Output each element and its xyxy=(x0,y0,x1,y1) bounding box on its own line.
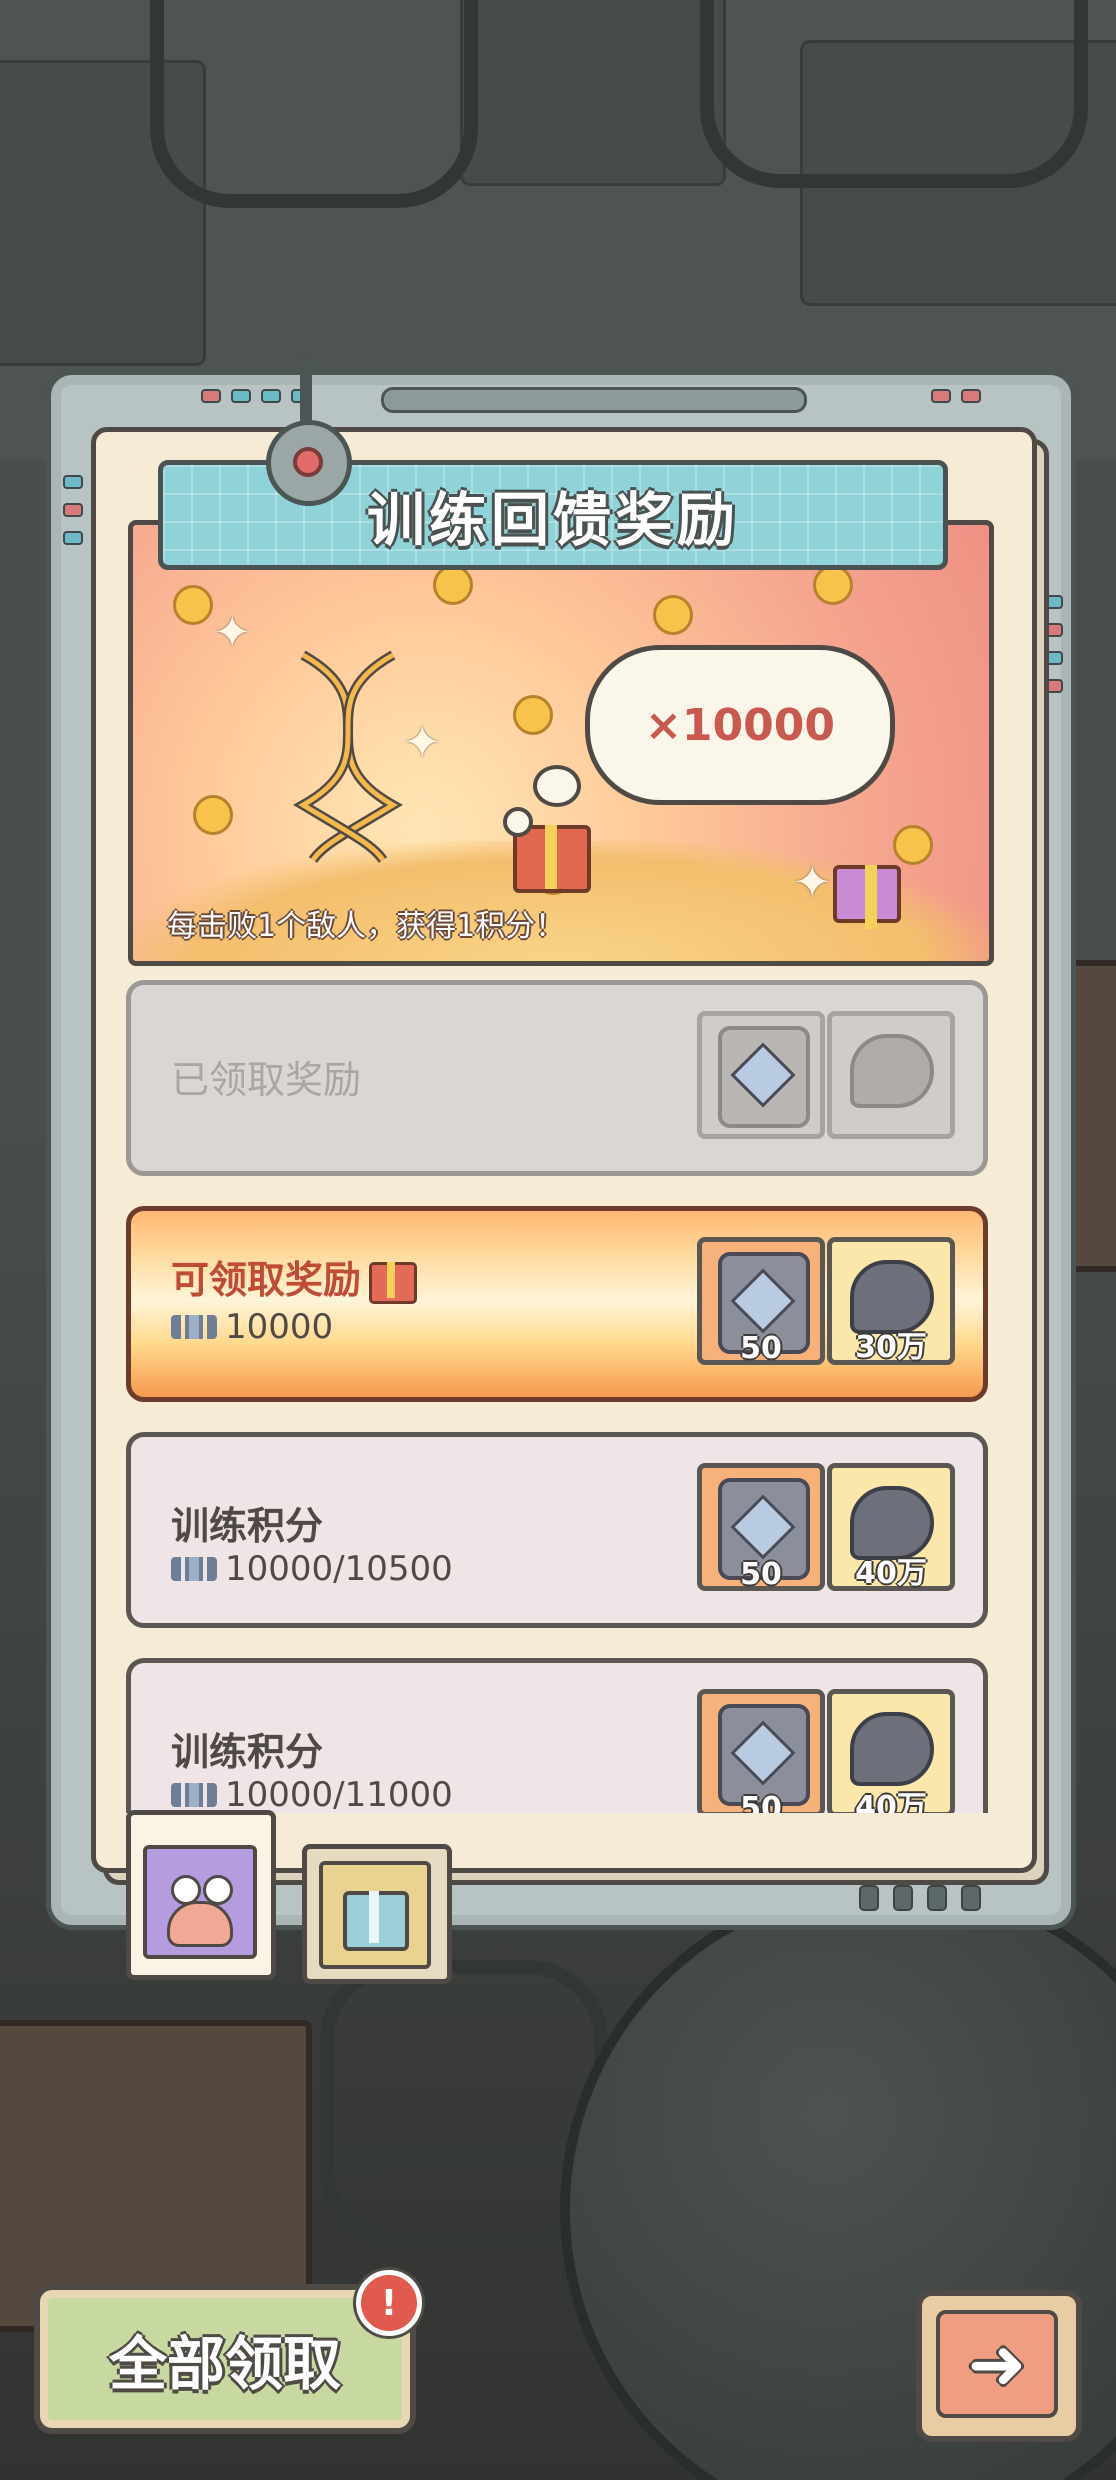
row-label: 可领取奖励 xyxy=(171,1249,418,1304)
frame-knobs xyxy=(859,1885,981,1911)
sensor-wire xyxy=(300,355,312,425)
blob-icon xyxy=(850,1034,934,1108)
row-label: 训练积分 xyxy=(171,1730,324,1774)
dumbbell-icon xyxy=(171,1557,217,1581)
reward-quantity: 50 xyxy=(740,1557,782,1592)
reward-slot[interactable]: 40万 xyxy=(827,1463,955,1591)
gift-icon xyxy=(833,865,901,929)
frame-lights-left xyxy=(201,389,311,403)
notification-badge: ! xyxy=(356,2270,422,2336)
next-button[interactable]: ➜ xyxy=(916,2290,1082,2442)
row-label: 已领取奖励 xyxy=(171,1058,362,1102)
gift-box-icon xyxy=(319,1861,431,1969)
sparkle-icon: ✦ xyxy=(403,715,442,769)
coin-icon xyxy=(813,565,853,605)
indicator-light xyxy=(931,389,951,403)
row-points: 10000/10500 xyxy=(171,1549,453,1589)
reward-row-claimable[interactable]: 可领取奖励 10000 50 30万 xyxy=(126,1206,988,1402)
row-points: 10000/11000 xyxy=(171,1775,453,1813)
reward-quantity: 50 xyxy=(740,1331,782,1366)
reward-slot[interactable]: 50 xyxy=(697,1237,825,1366)
reward-slot xyxy=(827,1011,955,1139)
dna-icon xyxy=(293,650,403,863)
coin-icon xyxy=(653,595,693,635)
knob xyxy=(927,1885,947,1911)
tab-gifts[interactable] xyxy=(302,1844,452,1984)
reward-list[interactable]: 已领取奖励 可领取奖励 10000 50 30万 训练积分 10000/1050… xyxy=(126,980,988,1843)
knob xyxy=(859,1885,879,1911)
tab-training[interactable] xyxy=(126,1810,276,1980)
reward-slot[interactable]: 30万 xyxy=(827,1237,955,1365)
indicator-light xyxy=(201,389,221,403)
indicator-light xyxy=(63,475,83,489)
gift-icon xyxy=(369,1261,418,1304)
knob xyxy=(961,1885,981,1911)
thought-bubble-dot xyxy=(533,765,581,807)
row-label-text: 可领取奖励 xyxy=(171,1258,362,1302)
reward-quantity: 40万 xyxy=(855,1556,927,1591)
frame-slot xyxy=(381,387,807,413)
suitcase-icon xyxy=(718,1026,810,1128)
sparkle-icon: ✦ xyxy=(793,855,832,909)
reward-slot[interactable]: 50 xyxy=(697,1463,825,1592)
reward-row-claimed: 已领取奖励 xyxy=(126,980,988,1176)
row-points: 10000 xyxy=(171,1307,333,1347)
points-progress: 10000/11000 xyxy=(225,1775,453,1813)
slug-body xyxy=(167,1901,233,1947)
knob xyxy=(893,1885,913,1911)
reward-quantity: 30万 xyxy=(855,1330,927,1365)
coin-icon xyxy=(193,795,233,835)
reward-slot xyxy=(697,1011,825,1139)
sparkle-icon: ✦ xyxy=(213,605,252,659)
reward-slot[interactable]: 50 xyxy=(697,1689,825,1813)
reward-quantity: 50 xyxy=(740,1791,782,1813)
points-multiplier: ×10000 xyxy=(645,699,835,751)
reward-row-locked: 训练积分 10000/11000 50 40万 xyxy=(126,1658,988,1813)
indicator-light xyxy=(63,503,83,517)
points-value: 10000 xyxy=(225,1307,334,1347)
frame-lights-right xyxy=(931,389,981,403)
indicator-light xyxy=(261,389,281,403)
indicator-light xyxy=(63,531,83,545)
coin-icon xyxy=(893,825,933,865)
dumbbell-icon xyxy=(171,1783,217,1807)
frame-lights-side xyxy=(63,475,83,545)
thought-bubble: ×10000 xyxy=(585,645,895,805)
thought-bubble-dot xyxy=(503,807,533,837)
gift-blue xyxy=(343,1891,409,1951)
claim-all-label: 全部领取 xyxy=(108,2330,341,2398)
indicator-light xyxy=(961,389,981,403)
next-button-face: ➜ xyxy=(936,2310,1058,2418)
row-label: 训练积分 xyxy=(171,1504,324,1548)
reward-quantity: 40万 xyxy=(855,1790,927,1813)
coin-icon xyxy=(433,565,473,605)
coin-icon xyxy=(513,695,553,735)
slug-icon xyxy=(143,1845,257,1959)
reward-row-locked: 训练积分 10000/10500 50 40万 xyxy=(126,1432,988,1628)
blob-icon xyxy=(850,1712,934,1786)
points-progress: 10000/10500 xyxy=(225,1549,453,1589)
reward-illustration: ✦ ✦ ✦ ×10000 每击败1个敌人，获得1积分！ xyxy=(128,520,994,966)
page-title: 训练回馈奖励 xyxy=(366,486,739,554)
coin-icon xyxy=(173,585,213,625)
reward-rule-text: 每击败1个敌人，获得1积分！ xyxy=(167,909,566,944)
sensor-light-icon xyxy=(266,420,352,506)
indicator-light xyxy=(231,389,251,403)
arrow-right-icon: ➜ xyxy=(967,2323,1027,2405)
reward-slot[interactable]: 40万 xyxy=(827,1689,955,1813)
dumbbell-icon xyxy=(171,1315,217,1339)
